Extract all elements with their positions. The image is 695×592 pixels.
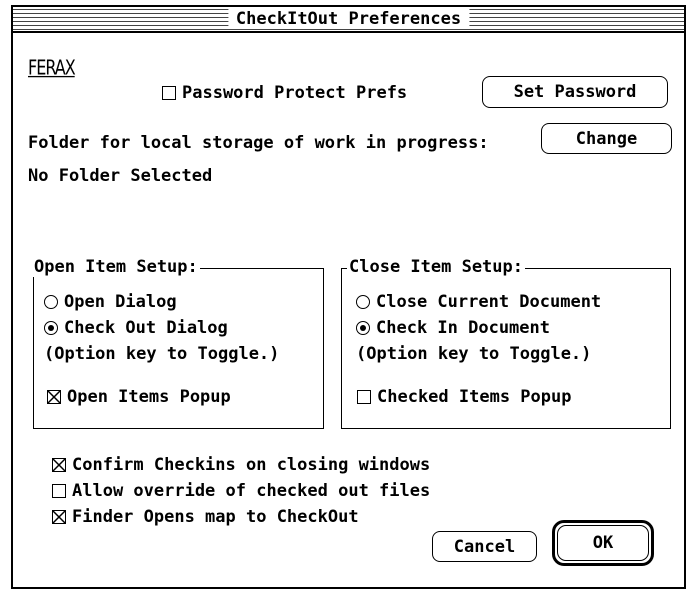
open-toggle-note: (Option key to Toggle.) (44, 344, 280, 364)
cancel-button[interactable]: Cancel (432, 531, 537, 562)
radio-close-current-document-circle[interactable] (356, 295, 370, 309)
allow-override-checkbox[interactable]: Allow override of checked out files (52, 481, 430, 501)
allow-override-box[interactable] (52, 484, 66, 498)
window-title: CheckItOut Preferences (227, 9, 470, 29)
ok-button[interactable]: OK (557, 525, 649, 561)
folder-label: Folder for local storage of work in prog… (28, 133, 489, 153)
radio-check-in-document-label: Check In Document (376, 318, 550, 338)
radio-check-in-document[interactable]: Check In Document (356, 318, 550, 338)
close-toggle-note: (Option key to Toggle.) (356, 344, 592, 364)
radio-check-out-dialog-circle[interactable] (44, 321, 58, 335)
checked-items-popup-label: Checked Items Popup (377, 387, 572, 407)
open-item-setup-legend: Open Item Setup: (32, 257, 200, 277)
radio-check-out-dialog[interactable]: Check Out Dialog (44, 318, 228, 338)
change-folder-button[interactable]: Change (541, 123, 672, 154)
radio-open-dialog-circle[interactable] (44, 295, 58, 309)
checked-items-popup-box[interactable] (357, 390, 371, 404)
folder-value: No Folder Selected (28, 166, 213, 186)
radio-open-dialog[interactable]: Open Dialog (44, 292, 177, 312)
confirm-checkins-checkbox[interactable]: Confirm Checkins on closing windows (52, 455, 430, 475)
open-items-popup-label: Open Items Popup (67, 387, 231, 407)
checked-items-popup-checkbox[interactable]: Checked Items Popup (357, 387, 571, 407)
radio-check-in-document-circle[interactable] (356, 321, 370, 335)
password-protect-checkbox[interactable]: Password Protect Prefs (162, 83, 407, 103)
confirm-checkins-box[interactable] (52, 458, 66, 472)
radio-close-current-document[interactable]: Close Current Document (356, 292, 601, 312)
close-item-setup-legend: Close Item Setup: (347, 257, 525, 277)
radio-close-current-document-label: Close Current Document (376, 292, 602, 312)
title-bar[interactable]: CheckItOut Preferences (13, 7, 684, 33)
radio-open-dialog-label: Open Dialog (64, 292, 177, 312)
checkbox-x-icon (52, 510, 66, 524)
finder-opens-map-checkbox[interactable]: Finder Opens map to CheckOut (52, 507, 359, 527)
ferax-logo: FERAX (28, 55, 76, 80)
radio-check-out-dialog-label: Check Out Dialog (64, 318, 228, 338)
checkbox-x-icon (52, 458, 66, 472)
password-protect-checkbox-box[interactable] (162, 86, 176, 100)
password-protect-label: Password Protect Prefs (182, 83, 408, 103)
open-items-popup-box[interactable] (47, 390, 61, 404)
checkbox-x-icon (47, 390, 61, 404)
set-password-button[interactable]: Set Password (482, 76, 668, 108)
finder-opens-map-label: Finder Opens map to CheckOut (72, 507, 359, 527)
allow-override-label: Allow override of checked out files (72, 481, 431, 501)
open-items-popup-checkbox[interactable]: Open Items Popup (47, 387, 231, 407)
finder-opens-map-box[interactable] (52, 510, 66, 524)
confirm-checkins-label: Confirm Checkins on closing windows (72, 455, 431, 475)
